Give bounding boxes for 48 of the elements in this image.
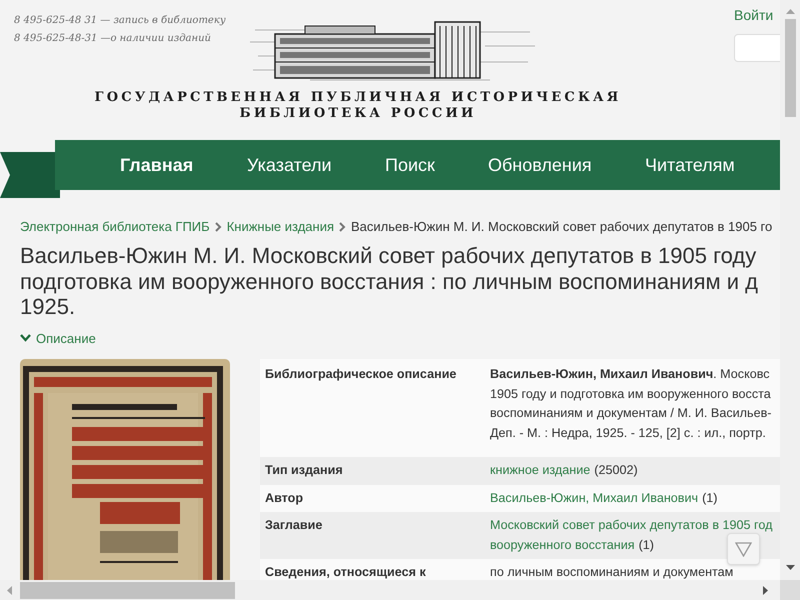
chevron-down-icon <box>20 334 31 342</box>
breadcrumb-current: Васильев-Южин М. И. Московский совет рабочих депутатов в 1905 го <box>351 219 772 235</box>
field-value: 1905 году и подготовка им вооруженного восста <box>490 386 771 403</box>
nav-tab[interactable]: Главная <box>120 152 194 178</box>
field-value: воспоминаниям и документам / М. И. Васильев- <box>490 405 772 422</box>
field-label: Сведения, относящиеся к <box>265 564 427 580</box>
scrollbar-thumb[interactable] <box>784 19 796 117</box>
field-label: Заглавие <box>265 517 324 534</box>
library-name: ГОСУДАРСТВЕННАЯ ПУБЛИЧНАЯ ИСТОРИЧЕСКАЯ <box>94 90 622 106</box>
scrollbar-thumb[interactable] <box>20 582 235 598</box>
nav-tab[interactable]: Поиск <box>385 152 435 178</box>
field-label: Библиографическое описание <box>265 366 458 383</box>
field-link[interactable]: Московский совет рабочих депутатов в 1905 год <box>490 516 772 536</box>
field-value: Васильев-Южин, Михаил Иванович. Московс <box>490 366 770 383</box>
scroll-left-icon[interactable] <box>7 586 12 594</box>
scroll-down-icon[interactable] <box>786 565 794 570</box>
chevron-right-icon <box>339 222 346 232</box>
scrollbar-corner <box>780 580 800 600</box>
field-label: Автор <box>265 490 304 507</box>
ribbon-end <box>0 152 60 198</box>
page-title: 1925. <box>20 294 76 320</box>
phone-text: 8 495-625-48-31 —о наличии изданий <box>14 32 212 46</box>
scroll-right-icon[interactable] <box>763 586 768 594</box>
breadcrumb-link[interactable]: Книжные издания <box>226 219 334 235</box>
field-value: по личным воспоминаниям и документам <box>490 564 734 580</box>
nav-tab[interactable]: Обновления <box>488 152 592 178</box>
field-value: Деп. - М. : Недра, 1925. - 125, [2] с. : ил., портр. <box>490 424 766 442</box>
field-link[interactable]: вооруженного восстания <box>490 536 635 555</box>
breadcrumb-link[interactable]: Электронная библиотека ГПИБ <box>20 219 210 235</box>
field-link[interactable]: книжное издание <box>490 461 590 480</box>
scroll-to-top-button[interactable] <box>727 533 760 565</box>
page-title: Васильев-Южин М. И. Московский совет рабочих депутатов в 1905 году <box>20 243 758 268</box>
description-toggle[interactable]: Описание <box>20 328 96 348</box>
search-field[interactable] <box>734 34 780 62</box>
nav-tab[interactable]: Указатели <box>247 152 332 178</box>
field-value: (25002) <box>594 462 638 479</box>
nav-tab[interactable]: Читателям <box>645 152 735 178</box>
chevron-right-icon <box>214 222 222 232</box>
library-name: БИБЛИОТЕКА РОССИИ <box>240 106 476 122</box>
field-label: Тип издания <box>265 462 344 479</box>
field-value: (1) <box>702 490 718 507</box>
phone-text: 8 495-625-48 31 — запись в библиотеку <box>14 14 226 28</box>
scroll-up-icon[interactable] <box>786 9 794 14</box>
page-title: подготовка им вооруженного восстания : по личным воспоминаниям и д <box>20 268 759 294</box>
login-link[interactable]: Войти <box>734 5 774 26</box>
field-value: (1) <box>638 536 654 554</box>
triangle-down-icon <box>735 542 752 556</box>
field-link[interactable]: Васильев-Южин, Михаил Иванович <box>490 488 698 508</box>
